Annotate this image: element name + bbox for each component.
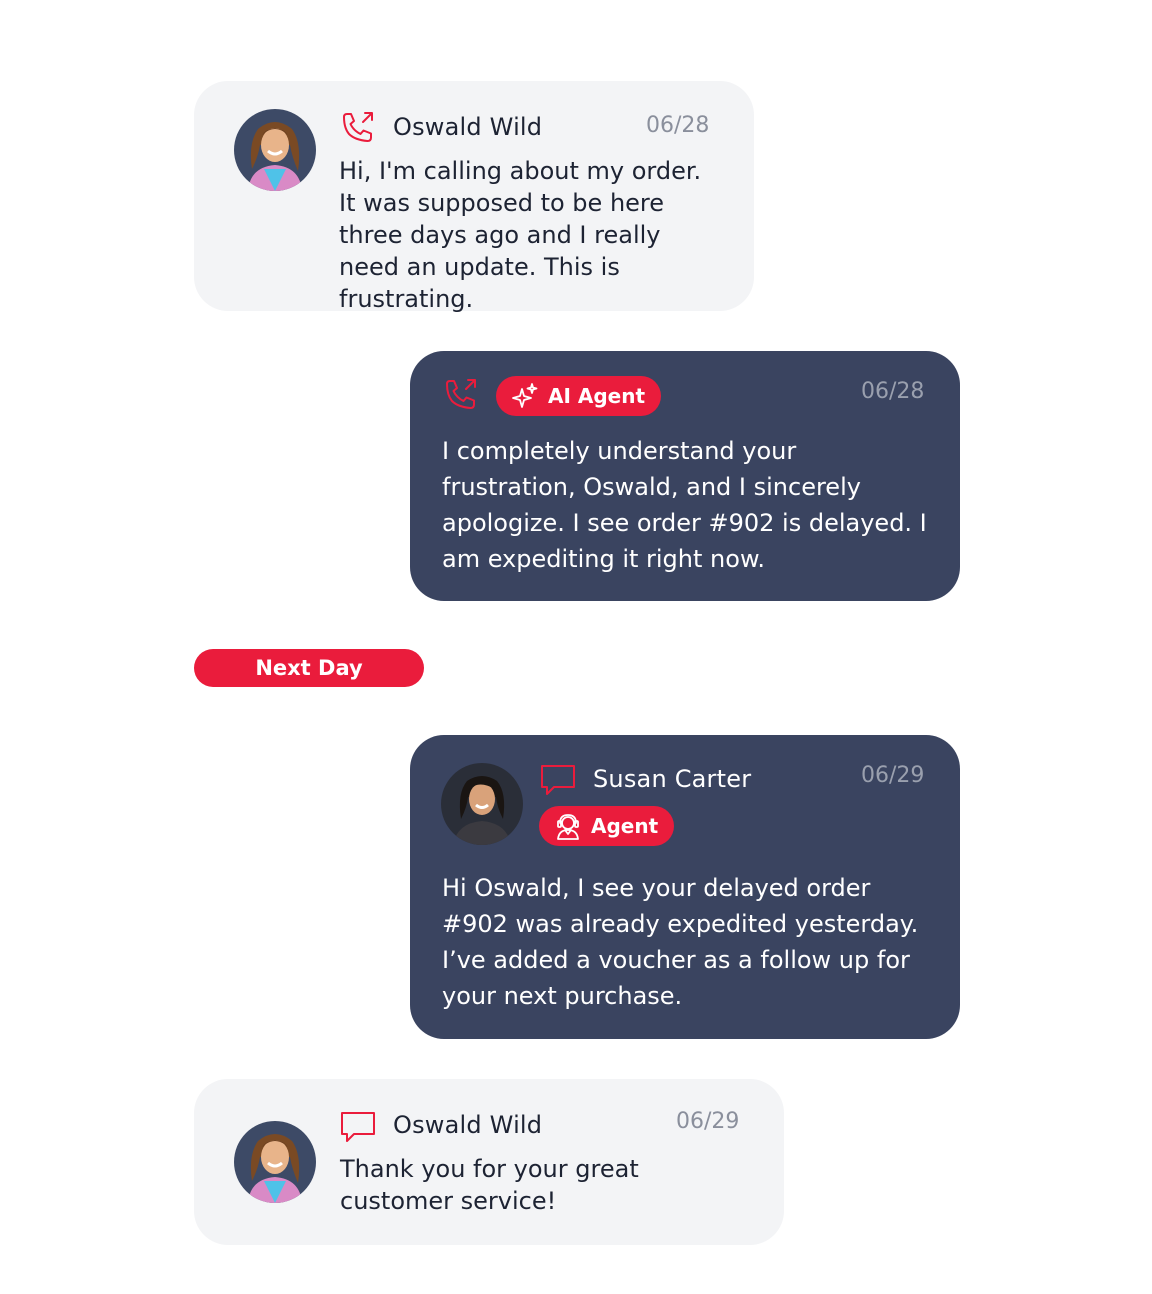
message-card-customer: Oswald Wild 06/28 Hi, I'm calling about …: [194, 81, 754, 313]
chat-bubble-icon: [339, 1108, 377, 1146]
chat-bubble-icon: [539, 761, 577, 799]
ai-agent-badge: AI Agent: [496, 376, 662, 416]
agent-avatar: [441, 763, 523, 845]
message-card-ai-agent: AI Agent 06/28 I completely understand y…: [410, 351, 960, 601]
message-card-human-agent: Susan Carter Agent 06/29 Hi Oswald, I se…: [410, 735, 960, 1039]
message-date: 06/29: [861, 763, 925, 788]
sparkle-icon: [510, 381, 540, 411]
headset-agent-icon: [553, 811, 583, 841]
customer-avatar: [234, 1121, 316, 1203]
sender-name: Susan Carter: [593, 765, 752, 793]
phone-outgoing-icon: [338, 109, 376, 147]
message-date: 06/28: [861, 379, 925, 404]
phone-outgoing-icon: [441, 376, 479, 414]
message-text: Thank you for your great customer servic…: [340, 1155, 639, 1215]
message-card-customer: Oswald Wild 06/29 Thank you for your gre…: [194, 1079, 784, 1245]
message-date: 06/29: [676, 1109, 740, 1134]
message-text: Hi Oswald, I see your delayed order #902…: [442, 874, 919, 1010]
badge-label: AI Agent: [548, 384, 646, 408]
message-text: I completely understand your frustration…: [442, 437, 927, 573]
message-text: Hi, I'm calling about my order. It was s…: [339, 157, 702, 313]
agent-badge: Agent: [539, 806, 675, 846]
day-divider: Next Day: [194, 649, 424, 687]
sender-name: Oswald Wild: [393, 113, 543, 141]
badge-label: Agent: [591, 814, 659, 838]
customer-avatar: [234, 109, 316, 191]
message-date: 06/28: [646, 113, 710, 138]
sender-name: Oswald Wild: [393, 1111, 543, 1139]
